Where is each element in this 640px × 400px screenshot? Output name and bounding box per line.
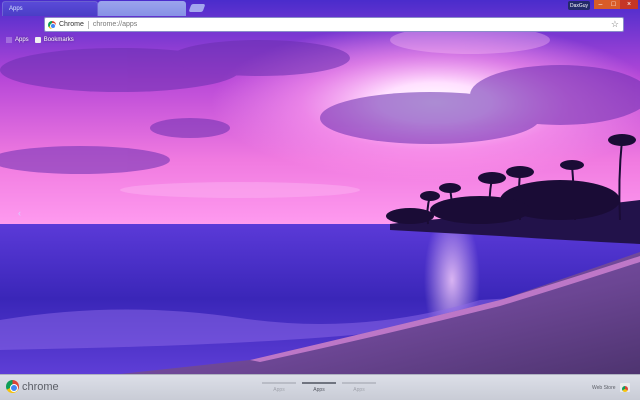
tab-strip: Apps DaxGuy – □ × — [0, 0, 640, 16]
new-tab-button[interactable] — [188, 4, 206, 12]
bookmark-apps-label: Apps — [15, 37, 29, 43]
maximize-button[interactable]: □ — [607, 0, 620, 9]
web-store-label: Web Store — [592, 384, 616, 391]
previous-page-arrow-icon[interactable]: ‹ — [18, 208, 21, 218]
bottom-bar: chrome Apps Apps Apps Web Store — [0, 374, 640, 400]
wallpaper-theme-image — [0, 0, 640, 400]
chrome-page-icon — [48, 20, 56, 29]
chrome-logo-text: chrome — [22, 380, 59, 393]
tab-apps[interactable]: Apps — [2, 1, 98, 16]
bookmark-star-icon[interactable]: ☆ — [611, 19, 619, 30]
web-store-link[interactable]: Web Store — [592, 383, 630, 392]
profile-button[interactable]: DaxGuy — [568, 1, 590, 10]
page-tab-label: Apps — [273, 387, 285, 393]
apps-grid-icon — [6, 37, 12, 43]
page-tab-1[interactable]: Apps — [262, 380, 296, 398]
page-tab-indicator — [302, 382, 336, 384]
omnibox-origin: Chrome — [59, 21, 84, 28]
page-tab-3[interactable]: Apps — [342, 380, 376, 398]
folder-icon — [34, 37, 41, 43]
web-store-icon — [619, 383, 630, 392]
page-tab-indicator — [262, 382, 296, 384]
tab-title: Apps — [9, 6, 23, 12]
chrome-logo-icon — [6, 380, 19, 393]
bookmark-apps[interactable]: Apps — [6, 37, 29, 43]
omnibox-separator — [87, 20, 89, 29]
close-button[interactable]: × — [620, 0, 638, 9]
page-tab-label: Apps — [353, 387, 365, 393]
toolbar: Chrome chrome://apps ☆ — [0, 16, 640, 34]
tab-inactive[interactable] — [98, 1, 186, 16]
bookmarks-bar: Apps Bookmarks — [0, 34, 640, 46]
omnibox-url[interactable]: chrome://apps — [93, 21, 137, 28]
chrome-logo: chrome — [6, 380, 59, 393]
omnibox[interactable]: Chrome chrome://apps ☆ — [44, 17, 624, 32]
page-tab-2[interactable]: Apps — [302, 380, 336, 398]
page-switcher: Apps Apps Apps — [262, 380, 378, 398]
minimize-button[interactable]: – — [594, 0, 607, 9]
bookmark-folder-label: Bookmarks — [43, 37, 74, 43]
page-tab-label: Apps — [313, 387, 325, 393]
page-tab-indicator — [342, 382, 376, 384]
bookmark-folder[interactable]: Bookmarks — [34, 37, 74, 43]
